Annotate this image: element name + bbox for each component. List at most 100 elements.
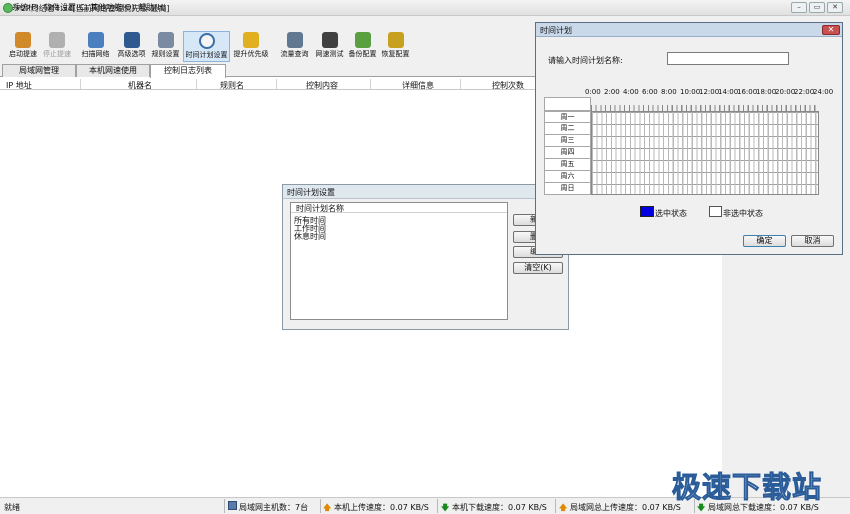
menu-settings[interactable]: 软件设置(C)	[44, 2, 88, 13]
upload-arrow-icon: 🡅	[559, 503, 568, 512]
col-control-content[interactable]: 控制内容	[306, 80, 338, 91]
legend-unselected-label: 非选中状态	[723, 209, 763, 218]
clear-button[interactable]: 清空(K)	[513, 262, 563, 274]
hour-label: 10:00	[680, 88, 701, 96]
selected-swatch	[640, 206, 654, 217]
clock-icon	[198, 33, 215, 49]
stop-speedup-icon	[49, 32, 65, 48]
toolbar-button[interactable]: 规则设置	[149, 31, 182, 62]
legend-selected-label: 选中状态	[655, 209, 687, 218]
tab-lan-management[interactable]: 局域网管理	[2, 64, 76, 77]
hour-label: 6:00	[642, 88, 658, 96]
menu-system[interactable]: 系统(F)	[12, 2, 39, 13]
hour-label: 2:00	[604, 88, 620, 96]
upload-arrow-icon: 🡅	[323, 503, 332, 512]
tab-local-speed[interactable]: 本机网速使用	[76, 64, 150, 77]
dialog-title: 时间计划	[536, 23, 842, 37]
col-divider	[276, 79, 277, 89]
backup-icon	[354, 32, 371, 48]
hour-label: 22:00	[794, 88, 815, 96]
minimize-button[interactable]: –	[791, 2, 807, 13]
speedometer-icon	[321, 32, 338, 48]
day-label: 周二	[544, 123, 591, 135]
toolbar-button-label: 启动提速	[9, 50, 37, 58]
unselected-swatch	[709, 206, 722, 217]
col-divider	[460, 79, 461, 89]
computer-icon	[228, 501, 237, 510]
hour-label: 0:00	[585, 88, 601, 96]
status-divider	[224, 499, 225, 513]
priority-icon	[243, 32, 259, 48]
hour-label: 8:00	[661, 88, 677, 96]
toolbar-button-label: 流量查询	[280, 50, 309, 58]
col-divider	[370, 79, 371, 89]
status-divider	[320, 499, 321, 513]
maximize-button[interactable]: ▭	[809, 2, 825, 13]
start-speedup-icon	[15, 32, 31, 48]
status-divider	[437, 499, 438, 513]
status-local-download: 本机下载速度：0.07 KB/S	[452, 503, 547, 512]
toolbar-button[interactable]: 扫描网络	[79, 31, 112, 62]
toolbar-button-label: 提升优先级	[233, 50, 269, 58]
time-grid[interactable]	[591, 111, 819, 195]
toolbar-button-label: 规则设置	[151, 50, 180, 58]
plan-name-input[interactable]	[667, 52, 789, 65]
toolbar-button-label: 扫描网络	[81, 50, 110, 58]
col-details[interactable]: 详细信息	[402, 80, 434, 91]
cancel-button[interactable]: 取消	[791, 235, 834, 247]
scan-network-icon	[87, 32, 104, 48]
col-divider	[80, 79, 81, 89]
advanced-options-icon	[123, 32, 140, 48]
status-ready: 就绪	[4, 503, 20, 512]
toolbar-button[interactable]: 流量查询	[278, 31, 311, 62]
menu-other[interactable]: 其他功能(O)	[90, 2, 135, 13]
hour-label: 16:00	[737, 88, 758, 96]
hour-ticks	[591, 97, 819, 111]
toolbar-button-label: 恢复配置	[381, 50, 410, 58]
hour-label: 14:00	[718, 88, 739, 96]
dialog-close-button[interactable]: ✕	[822, 25, 840, 35]
hour-label: 20:00	[775, 88, 796, 96]
day-label: 周六	[544, 171, 591, 183]
toolbar-button-label: 备份配置	[348, 50, 377, 58]
toolbar-button[interactable]: 启动提速	[6, 31, 40, 62]
col-machine-name[interactable]: 机器名	[128, 80, 152, 91]
toolbar-button-label: 停止提速	[43, 50, 71, 58]
toolbar-button[interactable]: 恢复配置	[379, 31, 412, 62]
toolbar-button[interactable]: 停止提速	[40, 31, 74, 62]
toolbar-button-label: 网速测试	[315, 50, 344, 58]
day-label: 周五	[544, 159, 591, 171]
menu-help[interactable]: 帮助(H)	[138, 2, 166, 13]
download-arrow-icon: 🡇	[441, 503, 450, 512]
col-control-count[interactable]: 控制次数	[492, 80, 524, 91]
rules-settings-icon	[157, 32, 174, 48]
day-label: 周日	[544, 183, 591, 195]
day-label: 周四	[544, 147, 591, 159]
watermark: 极速下载站	[671, 470, 823, 505]
hour-label: 24:00	[813, 88, 834, 96]
day-label: 周一	[544, 111, 591, 123]
traffic-query-icon	[286, 32, 303, 48]
toolbar-button[interactable]: 网速测试	[313, 31, 346, 62]
dialog-title: 时间计划设置	[283, 185, 568, 199]
list-item[interactable]: 休息时间	[294, 231, 326, 242]
ok-button[interactable]: 确定	[743, 235, 786, 247]
close-button[interactable]: ✕	[827, 2, 843, 13]
col-ip[interactable]: IP 地址	[6, 80, 32, 91]
tab-control-log[interactable]: 控制日志列表	[150, 64, 226, 78]
toolbar-button[interactable]: 时间计划设置	[183, 31, 230, 62]
list-header[interactable]: 时间计划名称	[291, 203, 507, 213]
hour-label: 4:00	[623, 88, 639, 96]
toolbar-button-label: 高级选项	[117, 50, 146, 58]
toolbar-button-label: 时间计划设置	[185, 51, 228, 59]
col-rule-name[interactable]: 规则名	[220, 80, 244, 91]
hour-label: 12:00	[699, 88, 720, 96]
status-lan-upload: 局域网总上传速度：0.07 KB/S	[570, 503, 681, 512]
toolbar-button[interactable]: 备份配置	[346, 31, 379, 62]
toolbar-button[interactable]: 提升优先级	[231, 31, 271, 62]
status-divider	[555, 499, 556, 513]
col-divider	[196, 79, 197, 89]
toolbar-button[interactable]: 高级选项	[115, 31, 148, 62]
restore-icon	[387, 32, 404, 48]
status-local-upload: 本机上传速度：0.07 KB/S	[334, 503, 429, 512]
